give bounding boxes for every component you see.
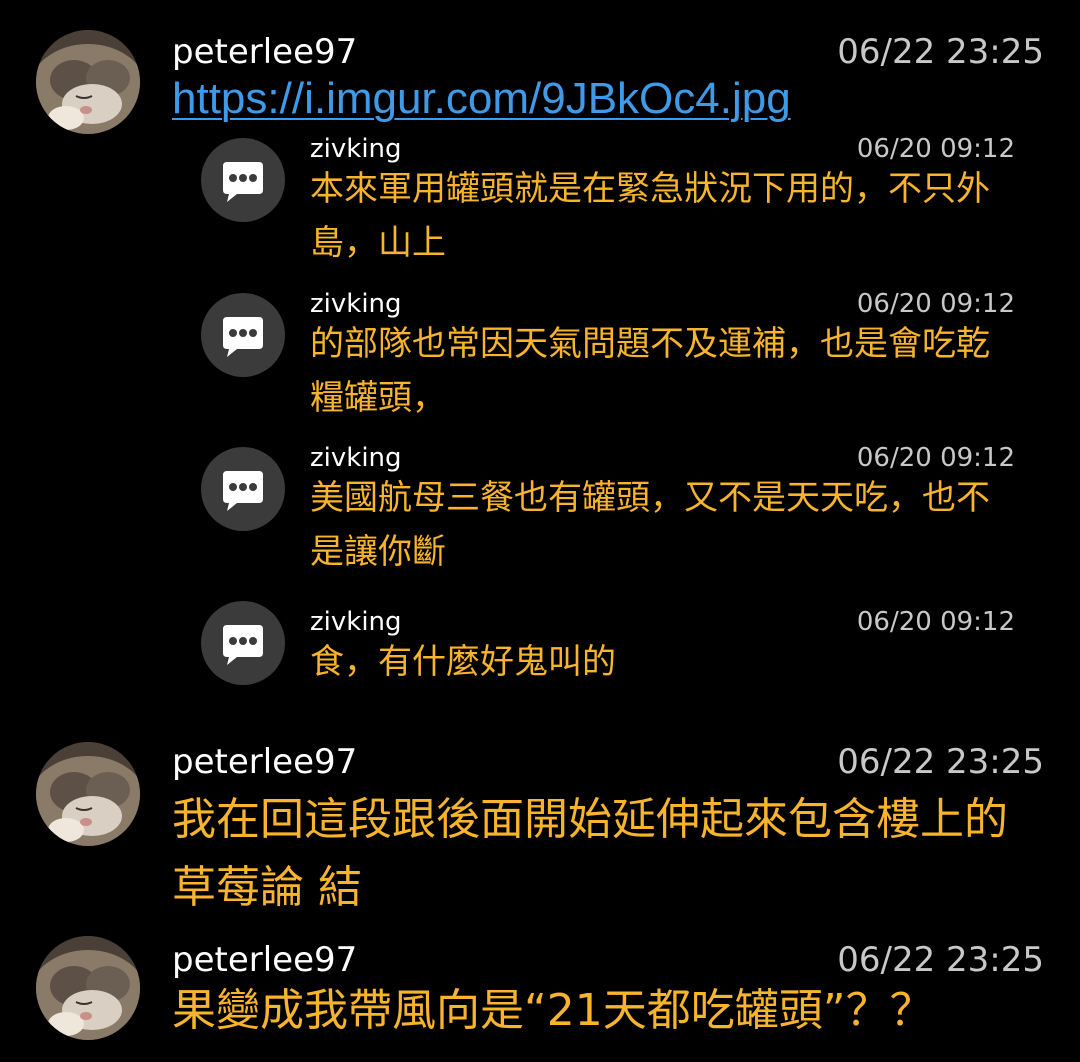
reply-item[interactable]: zivking 06/20 09:12 本來軍用罐頭就是在緊急狀況下用的，不只外… [0,132,1080,282]
reply-text: 本來軍用罐頭就是在緊急狀況下用的，不只外島，山上 [310,169,990,263]
reply-header: zivking 06/20 09:12 [310,132,1015,166]
reply-item[interactable]: zivking 06/20 09:12 美國航母三餐也有罐頭，又不是天天吃，也不… [0,441,1080,591]
reply-item[interactable]: zivking 06/20 09:12 食，有什麼好鬼叫的 [0,601,1080,695]
avatar[interactable] [36,936,140,1040]
avatar[interactable] [36,30,140,134]
reply-author-name[interactable]: zivking [310,132,402,166]
comment-post: peterlee97 06/22 23:25 https://i.imgur.c… [0,28,1080,138]
reply-header: zivking 06/20 09:12 [310,605,1015,639]
reply-timestamp: 06/20 09:12 [856,443,1015,473]
chat-bubble-icon [201,601,285,685]
comment-header: peterlee97 06/22 23:25 [172,936,1044,984]
comment-timestamp: 06/22 23:25 [837,940,1044,980]
author-name[interactable]: peterlee97 [172,738,357,786]
comment-body: 我在回這段跟後面開始延伸起來包含樓上的草莓論 結 [172,794,1008,913]
chat-bubble-icon [201,447,285,531]
comment-header: peterlee97 06/22 23:25 [172,738,1044,786]
image-link[interactable]: https://i.imgur.com/9JBkOc4.jpg [172,74,791,123]
reply-timestamp: 06/20 09:12 [856,289,1015,319]
reply-author-name[interactable]: zivking [310,441,402,475]
comment-post: peterlee97 06/22 23:25 果變成我帶風向是“21天都吃罐頭”… [0,936,1080,1046]
reply-timestamp: 06/20 09:12 [856,607,1015,637]
comment-body: https://i.imgur.com/9JBkOc4.jpg [172,68,1044,130]
reply-author-name[interactable]: zivking [310,605,402,639]
cat-avatar-image [36,30,140,134]
comment-post: peterlee97 06/22 23:25 我在回這段跟後面開始延伸起來包含樓… [0,738,1080,918]
reply-timestamp: 06/20 09:12 [856,134,1015,164]
reply-header: zivking 06/20 09:12 [310,441,1015,475]
chat-bubble-icon [201,293,285,377]
reply-text: 美國航母三餐也有罐頭，又不是天天吃，也不是讓你斷 [310,478,990,572]
reply-header: zivking 06/20 09:12 [310,287,1015,321]
cat-avatar-image [36,936,140,1040]
reply-item[interactable]: zivking 06/20 09:12 的部隊也常因天氣問題不及運補，也是會吃乾… [0,287,1080,437]
reply-author-name[interactable]: zivking [310,287,402,321]
avatar[interactable] [36,742,140,846]
cat-avatar-image [36,742,140,846]
reply-text: 的部隊也常因天氣問題不及運補，也是會吃乾糧罐頭， [310,324,990,418]
reply-text: 食，有什麼好鬼叫的 [310,642,616,682]
comment-timestamp: 06/22 23:25 [837,742,1044,782]
author-name[interactable]: peterlee97 [172,936,357,984]
chat-bubble-icon [201,138,285,222]
comment-body: 果變成我帶風向是“21天都吃罐頭”？？ [172,985,934,1036]
